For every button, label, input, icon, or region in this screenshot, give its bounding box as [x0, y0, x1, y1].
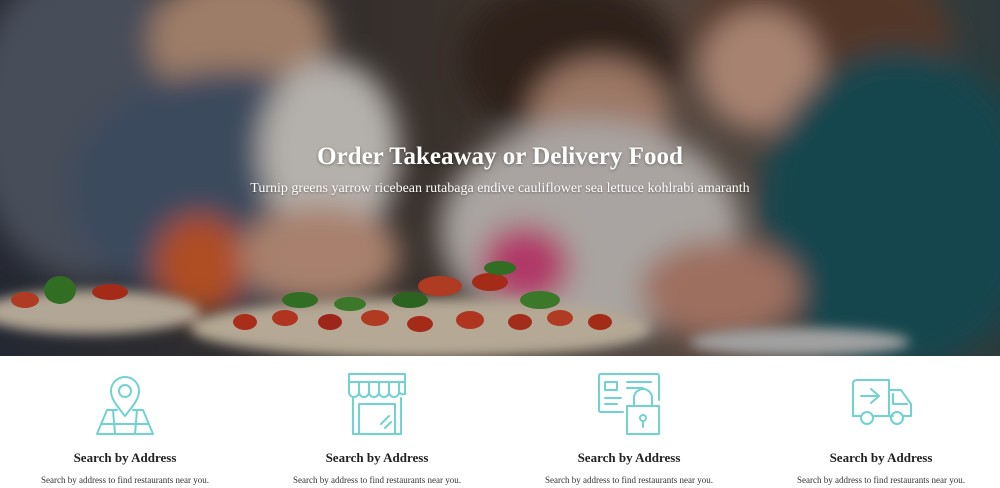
feature-description: Search by address to find restaurants ne…: [41, 475, 209, 485]
feature-title: Search by Address: [577, 450, 681, 465]
feature-title: Search by Address: [73, 450, 177, 465]
hero-subtitle: Turnip greens yarrow ricebean rutabaga e…: [250, 181, 750, 196]
secure-payment-icon: [597, 372, 661, 436]
feature-description: Search by address to find restaurants ne…: [545, 475, 713, 485]
feature-description: Search by address to find restaurants ne…: [797, 475, 965, 485]
storefront-icon: [345, 372, 409, 436]
feature-description: Search by address to find restaurants ne…: [293, 475, 461, 485]
feature-card-delivery: Search by Address Search by address to f…: [756, 356, 1000, 488]
feature-card-payment: Search by Address Search by address to f…: [504, 356, 754, 488]
feature-card-store: Search by Address Search by address to f…: [252, 356, 502, 488]
features-section: Search by Address Search by address to f…: [0, 356, 1000, 488]
feature-card-address: Search by Address Search by address to f…: [0, 356, 250, 488]
hero-title: Order Takeaway or Delivery Food: [317, 143, 683, 170]
map-pin-icon: [93, 372, 157, 436]
feature-title: Search by Address: [829, 450, 933, 465]
delivery-van-icon: [849, 372, 913, 436]
feature-title: Search by Address: [325, 450, 429, 465]
hero-dim-overlay: [0, 0, 1000, 356]
hero-banner: Order Takeaway or Delivery Food Turnip g…: [0, 0, 1000, 356]
